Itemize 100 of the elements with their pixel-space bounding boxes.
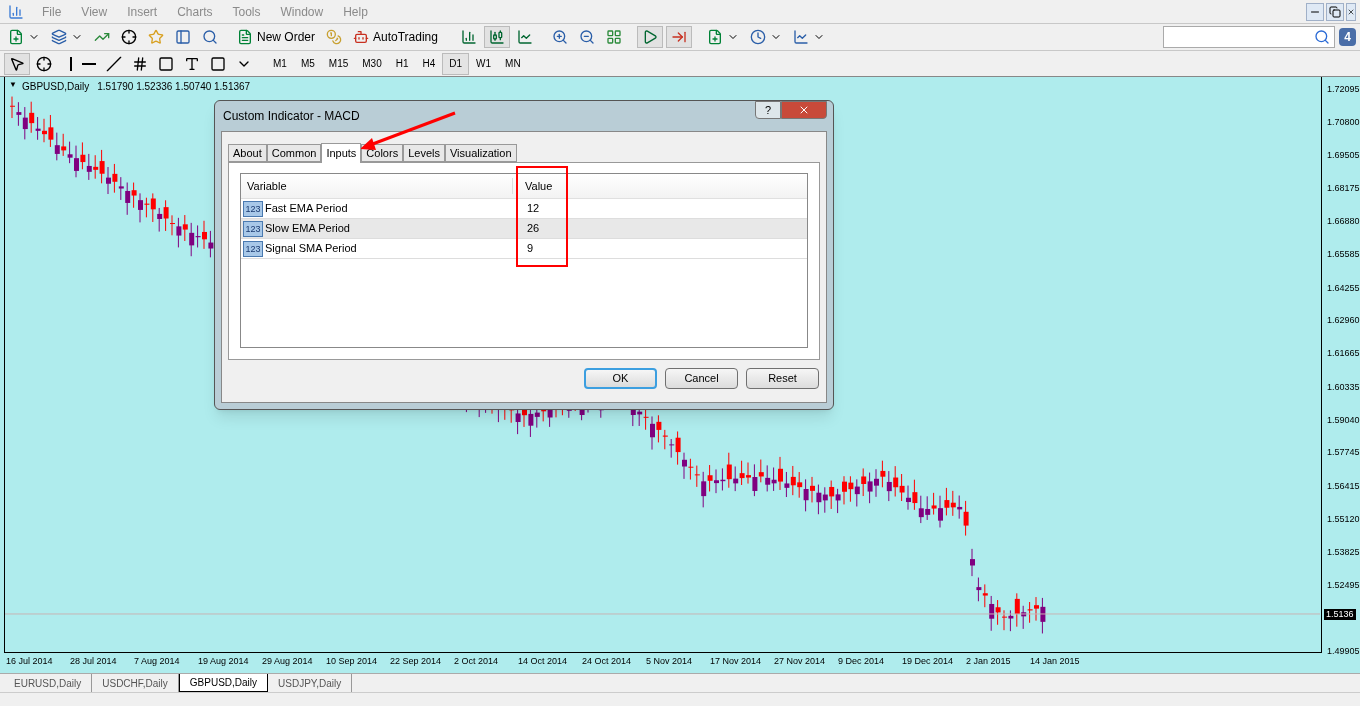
candlestick-icon bbox=[488, 29, 505, 45]
timeframe-button[interactable]: MN bbox=[498, 52, 528, 75]
price-label: 1.68175 bbox=[1327, 183, 1360, 194]
notification-badge[interactable]: 4 bbox=[1339, 28, 1356, 46]
square-icon bbox=[210, 55, 226, 72]
price-label: 1.65585 bbox=[1327, 248, 1360, 259]
date-label: 14 Oct 2014 bbox=[518, 655, 569, 668]
crosshair-icon bbox=[36, 55, 52, 72]
date-label: 19 Dec 2014 bbox=[902, 655, 955, 668]
timeframe-button[interactable]: M5 bbox=[293, 52, 322, 75]
document-icon bbox=[237, 29, 253, 45]
current-price-label: 1.5136 bbox=[1324, 609, 1356, 621]
variable-value: 9 bbox=[526, 241, 534, 257]
dialog-tab[interactable]: Colors bbox=[361, 144, 404, 162]
timeframe-button[interactable]: M30 bbox=[355, 52, 389, 75]
layers-icon bbox=[51, 29, 67, 45]
robot-icon bbox=[353, 29, 369, 45]
star-icon bbox=[148, 29, 164, 45]
file-plus-icon bbox=[706, 29, 723, 45]
hash-icon bbox=[132, 55, 148, 72]
dialog-tab[interactable]: Levels bbox=[403, 144, 445, 162]
square-icon bbox=[158, 55, 174, 72]
date-label: 28 Jul 2014 bbox=[70, 655, 118, 668]
close-icon bbox=[798, 104, 810, 116]
bar-chart-icon bbox=[460, 29, 477, 45]
variable-value: 26 bbox=[526, 221, 540, 237]
price-label: 1.52495 bbox=[1327, 580, 1360, 591]
new-order-button[interactable]: New Order bbox=[233, 26, 319, 48]
zoom-out-icon bbox=[578, 29, 595, 45]
column-header: Variable bbox=[241, 177, 513, 195]
price-label: 1.66880 bbox=[1327, 216, 1360, 227]
timeframe-button[interactable]: H4 bbox=[415, 52, 443, 75]
dialog-title: Custom Indicator - MACD bbox=[223, 108, 360, 125]
price-label: 1.62960 bbox=[1327, 315, 1360, 326]
dialog-button[interactable]: Cancel bbox=[665, 368, 738, 389]
price-label: 1.59040 bbox=[1327, 414, 1360, 425]
cursor-icon bbox=[9, 55, 25, 72]
date-label: 17 Nov 2014 bbox=[710, 655, 763, 668]
variable-name: Signal SMA Period bbox=[264, 241, 358, 257]
timeframe-button[interactable]: D1 bbox=[442, 52, 470, 75]
date-label: 2 Jan 2015 bbox=[966, 655, 1012, 668]
price-label: 1.69505 bbox=[1327, 149, 1360, 160]
dialog-tab[interactable]: Common bbox=[266, 144, 322, 162]
price-label: 1.57745 bbox=[1327, 447, 1360, 458]
chart-tab[interactable]: GBPUSD,Daily bbox=[178, 674, 269, 692]
price-label: 1.56415 bbox=[1327, 481, 1360, 492]
autotrading-button[interactable]: AutoTrading bbox=[349, 26, 442, 48]
ohlc-values: 1.51790 1.52336 1.50740 1.51367 bbox=[97, 80, 251, 94]
search-icon bbox=[1314, 29, 1331, 45]
restore-button[interactable] bbox=[1326, 2, 1344, 21]
dialog-button[interactable]: OK bbox=[584, 368, 657, 389]
date-label: 7 Aug 2014 bbox=[134, 655, 181, 668]
dialog-button[interactable]: Reset bbox=[746, 368, 819, 389]
help-button[interactable]: ? bbox=[755, 101, 781, 119]
timeframe-button[interactable]: W1 bbox=[469, 52, 499, 75]
date-label: 24 Oct 2014 bbox=[582, 655, 633, 668]
panel-icon bbox=[175, 29, 191, 45]
price-label: 1.60335 bbox=[1327, 381, 1360, 392]
close-button[interactable] bbox=[1346, 2, 1356, 21]
price-label: 1.61665 bbox=[1327, 348, 1360, 359]
number-type-icon: 123 bbox=[243, 200, 263, 217]
timeframe-button[interactable]: M1 bbox=[266, 52, 294, 75]
input-row[interactable]: 123 Slow EMA Period 26 bbox=[241, 219, 807, 239]
date-label: 29 Aug 2014 bbox=[262, 655, 314, 668]
diagonal-line-icon bbox=[106, 55, 122, 72]
date-label: 27 Nov 2014 bbox=[774, 655, 827, 668]
horizontal-line-icon bbox=[82, 62, 96, 65]
timeframe-button[interactable]: H1 bbox=[388, 52, 416, 75]
price-label: 1.64255 bbox=[1327, 282, 1360, 293]
text-icon bbox=[184, 55, 200, 72]
dropdown-caret[interactable]: ▼ bbox=[9, 79, 17, 91]
dialog-tab[interactable]: About bbox=[228, 144, 267, 162]
price-label: 1.72095 bbox=[1327, 84, 1360, 94]
cursor-button[interactable] bbox=[4, 52, 30, 75]
autoscroll-button[interactable] bbox=[636, 26, 663, 48]
dialog-tab[interactable]: Inputs bbox=[321, 143, 362, 163]
date-label: 2 Oct 2014 bbox=[454, 655, 500, 668]
input-row[interactable]: 123 Signal SMA Period 9 bbox=[241, 239, 807, 259]
search-field[interactable] bbox=[1163, 26, 1336, 48]
crosshair-icon bbox=[121, 29, 137, 45]
dialog-tab[interactable]: Visualization bbox=[444, 144, 517, 162]
symbol-label: GBPUSD,Daily bbox=[22, 80, 90, 94]
minimize-button[interactable] bbox=[1306, 2, 1324, 21]
date-label: 10 Sep 2014 bbox=[326, 655, 379, 668]
variable-name: Slow EMA Period bbox=[264, 221, 351, 237]
app-icon[interactable] bbox=[8, 3, 24, 20]
date-label: 22 Sep 2014 bbox=[390, 655, 443, 668]
variable-name: Fast EMA Period bbox=[264, 201, 349, 217]
price-label: 1.70800 bbox=[1327, 116, 1360, 127]
date-label: 5 Nov 2014 bbox=[646, 655, 694, 668]
timeframe-button[interactable]: M15 bbox=[321, 52, 356, 75]
line-chart-icon bbox=[792, 29, 809, 45]
input-row[interactable]: 123 Fast EMA Period 12 bbox=[241, 199, 807, 219]
number-type-icon: 123 bbox=[243, 220, 263, 237]
coins-icon bbox=[326, 29, 342, 45]
grid-icon bbox=[605, 29, 622, 45]
restore-icon bbox=[1329, 5, 1341, 18]
date-label: 9 Dec 2014 bbox=[838, 655, 886, 668]
candlestick-button[interactable] bbox=[483, 26, 510, 48]
chart-shift-button[interactable] bbox=[665, 26, 692, 48]
